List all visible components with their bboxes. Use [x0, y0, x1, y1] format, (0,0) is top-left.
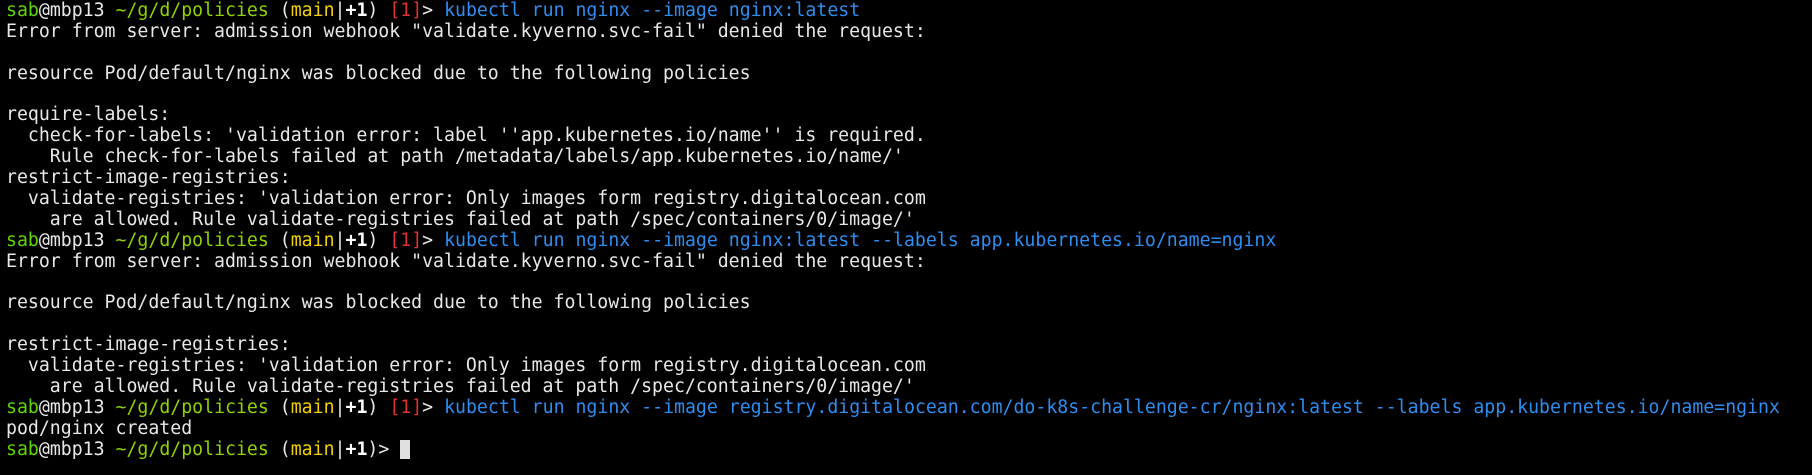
output-line: restrict-image-registries:	[6, 334, 291, 356]
prompt-user: sab	[6, 438, 39, 460]
prompt-cwd: ~/g/d/policies	[115, 438, 269, 460]
prompt-paren-close: )	[367, 0, 379, 21]
prompt-git-separator: |	[334, 229, 346, 251]
prompt-at: @	[38, 396, 50, 418]
terminal-window[interactable]: sab@mbp13 ~/g/d/policies (main|+1) [1]> …	[0, 0, 1812, 475]
prompt-paren-open: (	[279, 438, 291, 460]
prompt-git-changes: +1	[345, 438, 368, 460]
prompt-git-changes: +1	[345, 396, 368, 418]
output-line: Rule check-for-labels failed at path /me…	[6, 146, 904, 168]
output-line: validate-registries: 'validation error: …	[6, 355, 926, 377]
prompt-user: sab	[6, 229, 39, 251]
output-line: are allowed. Rule validate-registries fa…	[6, 376, 915, 398]
prompt-paren-close: )	[367, 438, 379, 460]
prompt-arrow: >	[378, 438, 390, 460]
prompt-line: sab@mbp13 ~/g/d/policies (main|+1) [1]> …	[6, 0, 1812, 22]
output-line: Error from server: admission webhook "va…	[6, 250, 926, 272]
output-line: are allowed. Rule validate-registries fa…	[6, 208, 915, 230]
output-line: require-labels:	[6, 104, 171, 126]
prompt-git-branch: main	[290, 0, 335, 21]
prompt-at: @	[38, 438, 50, 460]
prompt-paren-open: (	[279, 0, 291, 21]
prompt-line: sab@mbp13 ~/g/d/policies (main|+1) [1]> …	[6, 396, 1812, 419]
prompt-exit-code: [1]	[389, 396, 423, 418]
prompt-arrow: >	[422, 396, 434, 418]
prompt-git-separator: |	[334, 438, 346, 460]
prompt-paren-open: (	[279, 396, 291, 418]
prompt-host: mbp13	[49, 0, 105, 21]
command-text: kubectl run nginx --image registry.digit…	[444, 396, 1780, 418]
prompt-exit-code: [1]	[389, 229, 423, 251]
prompt-line: sab@mbp13 ~/g/d/policies (main|+1)>	[6, 438, 1812, 461]
prompt-git-separator: |	[334, 0, 346, 21]
prompt-git-branch: main	[290, 438, 335, 460]
prompt-git-separator: |	[334, 396, 346, 418]
output-line: check-for-labels: 'validation error: lab…	[6, 125, 926, 147]
prompt-user: sab	[6, 396, 39, 418]
output-line: resource Pod/default/nginx was blocked d…	[6, 292, 751, 314]
prompt-paren-close: )	[367, 229, 379, 251]
output-line: Error from server: admission webhook "va…	[6, 20, 926, 42]
prompt-at: @	[38, 229, 50, 251]
prompt-host: mbp13	[49, 396, 105, 418]
prompt-host: mbp13	[49, 438, 105, 460]
prompt-paren-open: (	[279, 229, 291, 251]
command-text: kubectl run nginx --image nginx:latest -…	[444, 229, 1277, 251]
terminal-cursor[interactable]	[400, 439, 411, 459]
prompt-git-changes: +1	[345, 229, 368, 251]
prompt-line: sab@mbp13 ~/g/d/policies (main|+1) [1]> …	[6, 229, 1812, 252]
prompt-git-branch: main	[290, 229, 335, 251]
output-line: validate-registries: 'validation error: …	[6, 188, 926, 210]
prompt-cwd: ~/g/d/policies	[115, 0, 269, 21]
prompt-cwd: ~/g/d/policies	[115, 229, 269, 251]
prompt-at: @	[38, 0, 50, 21]
prompt-user: sab	[6, 0, 39, 21]
prompt-git-changes: +1	[345, 0, 368, 21]
prompt-arrow: >	[422, 229, 434, 251]
prompt-host: mbp13	[49, 229, 105, 251]
output-line: resource Pod/default/nginx was blocked d…	[6, 62, 751, 84]
output-line: restrict-image-registries:	[6, 167, 291, 189]
prompt-exit-code: [1]	[389, 0, 423, 21]
prompt-arrow: >	[422, 0, 434, 21]
command-text: kubectl run nginx --image nginx:latest	[444, 0, 861, 21]
prompt-paren-close: )	[367, 396, 379, 418]
prompt-git-branch: main	[290, 396, 335, 418]
prompt-cwd: ~/g/d/policies	[115, 396, 269, 418]
output-line: pod/nginx created	[6, 417, 193, 439]
